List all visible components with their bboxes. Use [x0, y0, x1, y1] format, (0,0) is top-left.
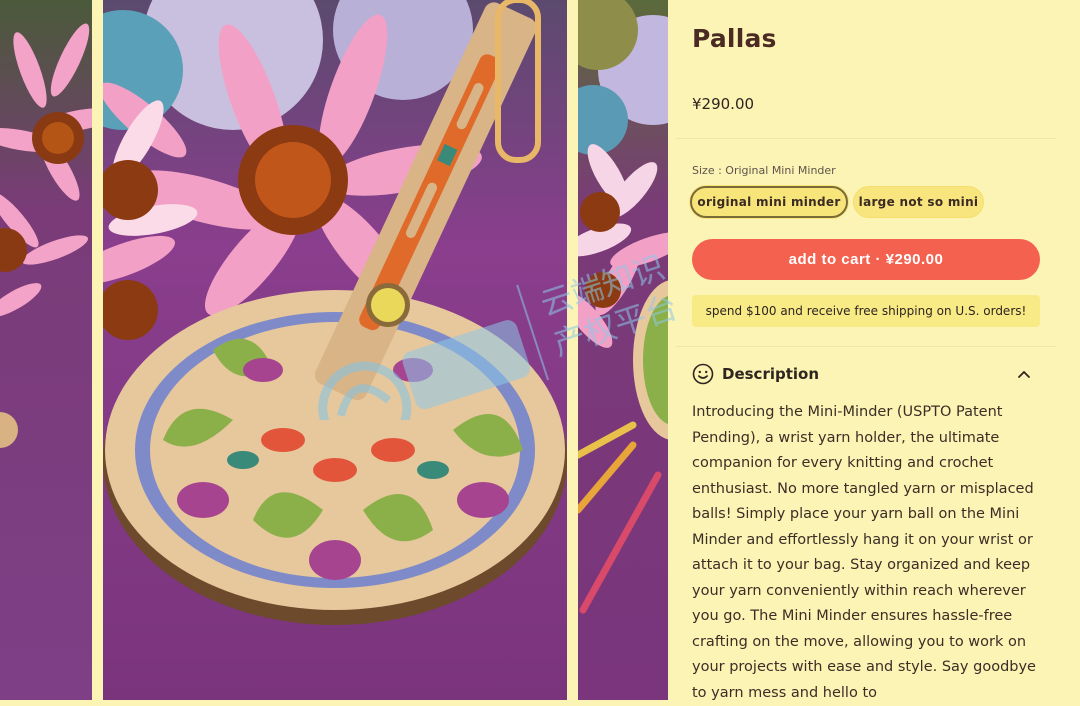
gallery-image-previous[interactable] — [0, 0, 92, 700]
shipping-promo-banner: spend $100 and receive free shipping on … — [692, 295, 1040, 327]
divider — [676, 346, 1056, 347]
chevron-up-icon[interactable] — [1016, 366, 1032, 382]
smile-icon — [692, 363, 714, 385]
mini-minder-photo — [103, 0, 567, 700]
variant-label: large not so mini — [858, 195, 979, 209]
divider — [676, 138, 1056, 139]
variant-large-not-so-mini[interactable]: large not so mini — [853, 186, 984, 218]
gallery-image-main[interactable] — [103, 0, 567, 700]
flower-photo-left — [0, 0, 92, 700]
add-to-cart-button[interactable]: add to cart · ¥290.00 — [692, 239, 1040, 280]
promo-text: spend $100 and receive free shipping on … — [705, 304, 1027, 318]
description-heading: Description — [722, 365, 820, 383]
variant-original-mini-minder[interactable]: original mini minder — [690, 186, 848, 218]
gallery-image-next[interactable] — [578, 0, 668, 700]
product-title: Pallas — [692, 24, 777, 53]
flower-photo-right — [578, 0, 668, 700]
variant-label: original mini minder — [697, 195, 841, 209]
description-body: Introducing the Mini-Minder (USPTO Paten… — [692, 404, 1036, 701]
description-toggle[interactable]: Description — [692, 360, 1040, 388]
product-price: ¥290.00 — [692, 95, 755, 113]
product-gallery — [0, 0, 672, 703]
size-label: Size : Original Mini Minder — [692, 164, 836, 177]
product-info-panel: Pallas ¥290.00 Size : Original Mini Mind… — [676, 0, 1080, 703]
